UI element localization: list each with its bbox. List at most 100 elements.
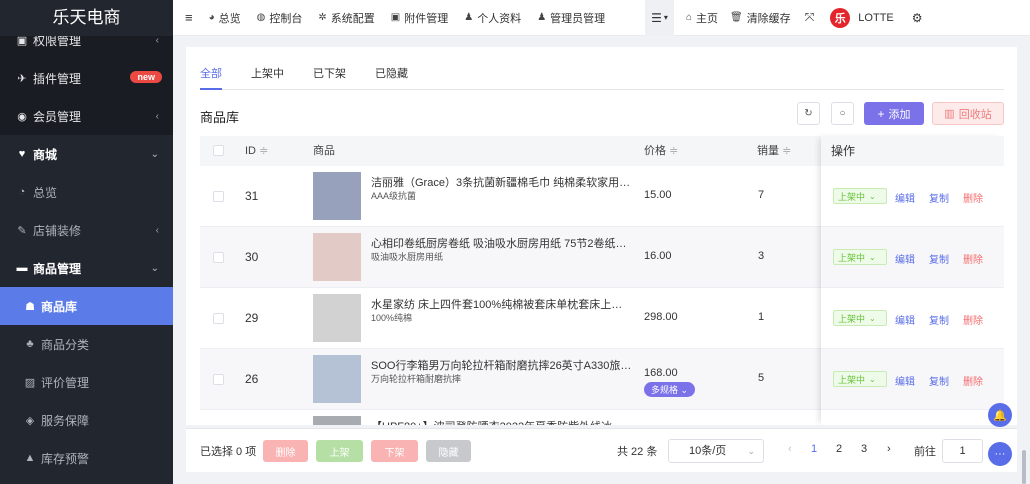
batch-off-shelf-button[interactable]: 下架 [371, 440, 418, 462]
scrollbar[interactable] [1022, 450, 1026, 484]
add-button[interactable]: + 添加 [864, 102, 924, 125]
sort-icon: ≑ [782, 145, 792, 157]
product-name[interactable]: 心相印卷纸厨房卷纸 吸油吸水厨房用纸 75节2卷纸巾… [371, 235, 633, 251]
product-thumbnail[interactable] [313, 294, 361, 342]
row-checkbox[interactable] [213, 191, 224, 202]
product-thumbnail[interactable] [313, 416, 361, 425]
product-thumbnail[interactable] [313, 355, 361, 403]
status-select[interactable]: 上架中 ⌄ [833, 188, 887, 204]
sidebar-item-stock-alert[interactable]: ▲ 库存预警 [0, 439, 173, 477]
page-size-select[interactable]: 10条/页 ⌄ [668, 439, 764, 463]
nav-home[interactable]: ⌂ 主页 [686, 0, 718, 36]
product-name[interactable]: 水星家纺 床上四件套100%纯棉被套床单枕套床上用… [371, 296, 633, 312]
nav-system-config[interactable]: ✲ 系统配置 [318, 0, 374, 36]
app-logo: 乐天电商 [0, 0, 173, 36]
page-2[interactable]: 2 [836, 443, 842, 455]
nav-profile[interactable]: ♟ 个人资料 [464, 0, 521, 36]
copy-link[interactable]: 复制 [929, 190, 949, 205]
prev-page-button[interactable]: ‹ [788, 443, 792, 455]
copy-link[interactable]: 复制 [929, 373, 949, 388]
status-select[interactable]: 上架中 ⌄ [833, 371, 887, 387]
sidebar-item-product-library[interactable]: ☗ 商品库 [0, 287, 173, 325]
user-menu[interactable]: 乐 LOTTE [830, 0, 894, 36]
menu-toggle-button[interactable]: ≡ [185, 0, 193, 36]
header-label: ID [245, 145, 256, 157]
nav-admin[interactable]: ♟ 管理员管理 [537, 0, 605, 36]
settings-button[interactable]: ⚙ [912, 0, 923, 36]
edit-link[interactable]: 编辑 [895, 190, 915, 205]
header-price[interactable]: 价格 ≑ [644, 136, 678, 166]
sort-icon: ≑ [259, 145, 269, 157]
next-page-button[interactable]: › [887, 443, 891, 455]
edit-link[interactable]: 编辑 [895, 312, 915, 327]
status-label: 上架中 [838, 252, 866, 263]
product-name[interactable]: 【UPF80+】波司登防晒衣2022年夏季防紫外线冰丝… [371, 418, 633, 425]
sidebar-item-plugins[interactable]: ✈ 插件管理 new [0, 59, 173, 97]
header-sales[interactable]: 销量 ≑ [757, 136, 791, 166]
sidebar-item-label: 总览 [33, 185, 58, 200]
delete-link[interactable]: 删除 [963, 190, 983, 205]
search-button[interactable]: ○ [831, 102, 854, 125]
trash-icon: ▥ [944, 108, 955, 120]
header-label: 价格 [644, 145, 666, 157]
header-product: 商品 [313, 145, 335, 157]
product-name[interactable]: SOO行李箱男万向轮拉杆箱耐磨抗摔26英寸A330旅… [371, 357, 633, 373]
sidebar-item-label: 插件管理 [33, 71, 82, 86]
batch-delete-button[interactable]: 删除 [263, 440, 308, 462]
header-label: 销量 [757, 145, 779, 157]
delete-link[interactable]: 删除 [963, 312, 983, 327]
page-1[interactable]: 1 [811, 443, 817, 455]
edit-link[interactable]: 编辑 [895, 251, 915, 266]
delete-link[interactable]: 删除 [963, 251, 983, 266]
nav-clear-cache[interactable]: 🗑 清除缓存 [730, 0, 791, 36]
batch-on-shelf-button[interactable]: 上架 [316, 440, 363, 462]
trash-icon: 🗑 [729, 12, 743, 23]
select-all-checkbox[interactable] [213, 145, 224, 156]
batch-hide-button[interactable]: 隐藏 [426, 440, 471, 462]
row-checkbox[interactable] [213, 374, 224, 385]
edit-link[interactable]: 编辑 [895, 373, 915, 388]
recycle-bin-button[interactable]: ▥ 回收站 [932, 102, 1004, 125]
goto-page-input[interactable]: 1 [942, 439, 983, 463]
sidebar-item-decoration[interactable]: ✎ 店铺装修 ‹ [0, 211, 173, 249]
batch-footer: 已选择 0 项 删除 上架 下架 隐藏 共 22 条 10条/页 ⌄ ‹ 1 2 … [186, 428, 1017, 472]
page-size-value: 10条/页 [689, 445, 727, 457]
row-checkbox[interactable] [213, 252, 224, 263]
delete-link[interactable]: 删除 [963, 373, 983, 388]
sidebar-item-overview[interactable]: ◔ 总览 [0, 173, 173, 211]
copy-link[interactable]: 复制 [929, 251, 949, 266]
sidebar-item-mall[interactable]: ♥ 商城 ⌄ [0, 135, 173, 173]
product-price: 15.00 [644, 189, 672, 201]
spec-badge[interactable]: 多规格 ⌄ [644, 382, 696, 397]
notification-button[interactable]: 🔔 [988, 403, 1012, 427]
more-dropdown[interactable]: ☰ ▾ [645, 0, 674, 36]
chat-button[interactable]: ··· [988, 442, 1012, 466]
product-name[interactable]: 洁丽雅（Grace）3条抗菌新疆棉毛巾 纯棉柔软家用… [371, 174, 633, 190]
product-subtitle: 吸油吸水厨房用纸 [371, 252, 444, 262]
avatar: 乐 [830, 7, 851, 28]
nav-overview[interactable]: ◕ 总览 [209, 0, 241, 36]
sidebar: 乐天电商 ▣ 权限管理 ‹ ✈ 插件管理 new ◉ 会员管理 ‹ ♥ 商城 ⌄ ◔ 总览 ✎ 店铺… [0, 0, 173, 484]
selected-count: 已选择 0 项 [200, 446, 257, 458]
sidebar-item-reviews[interactable]: ▨ 评价管理 [0, 363, 173, 401]
nav-attachments[interactable]: ▣ 附件管理 [391, 0, 448, 36]
sidebar-item-product-management[interactable]: ▬ 商品管理 ⌄ [0, 249, 173, 287]
product-thumbnail[interactable] [313, 233, 361, 281]
refresh-button[interactable]: ↻ [797, 102, 820, 125]
row-checkbox[interactable] [213, 313, 224, 324]
copy-link[interactable]: 复制 [929, 312, 949, 327]
operations-column: 操作 上架中 ⌄ 编辑 复制 删除 上架中 ⌄ 编辑 复制 删除 上架中 ⌄ 编辑 复制 删除 上架中 ⌄ 编辑复… [821, 136, 1004, 425]
page-3[interactable]: 3 [861, 443, 867, 455]
fullscreen-button[interactable]: ⤧ [805, 0, 815, 36]
sidebar-item-categories[interactable]: ♣ 商品分类 [0, 325, 173, 363]
product-thumbnail[interactable] [313, 172, 361, 220]
sidebar-item-service[interactable]: ◈ 服务保障 [0, 401, 173, 439]
status-select[interactable]: 上架中 ⌄ [833, 249, 887, 265]
product-subtitle: AAA级抗菌 [371, 191, 417, 201]
sidebar-item-members[interactable]: ◉ 会员管理 ‹ [0, 97, 173, 135]
status-select[interactable]: 上架中 ⌄ [833, 310, 887, 326]
nav-console[interactable]: ◍ 控制台 [257, 0, 303, 36]
header-id[interactable]: ID ≑ [245, 136, 268, 166]
chevron-down-icon: ⌄ [869, 374, 876, 384]
product-price: 168.00 [644, 367, 678, 379]
